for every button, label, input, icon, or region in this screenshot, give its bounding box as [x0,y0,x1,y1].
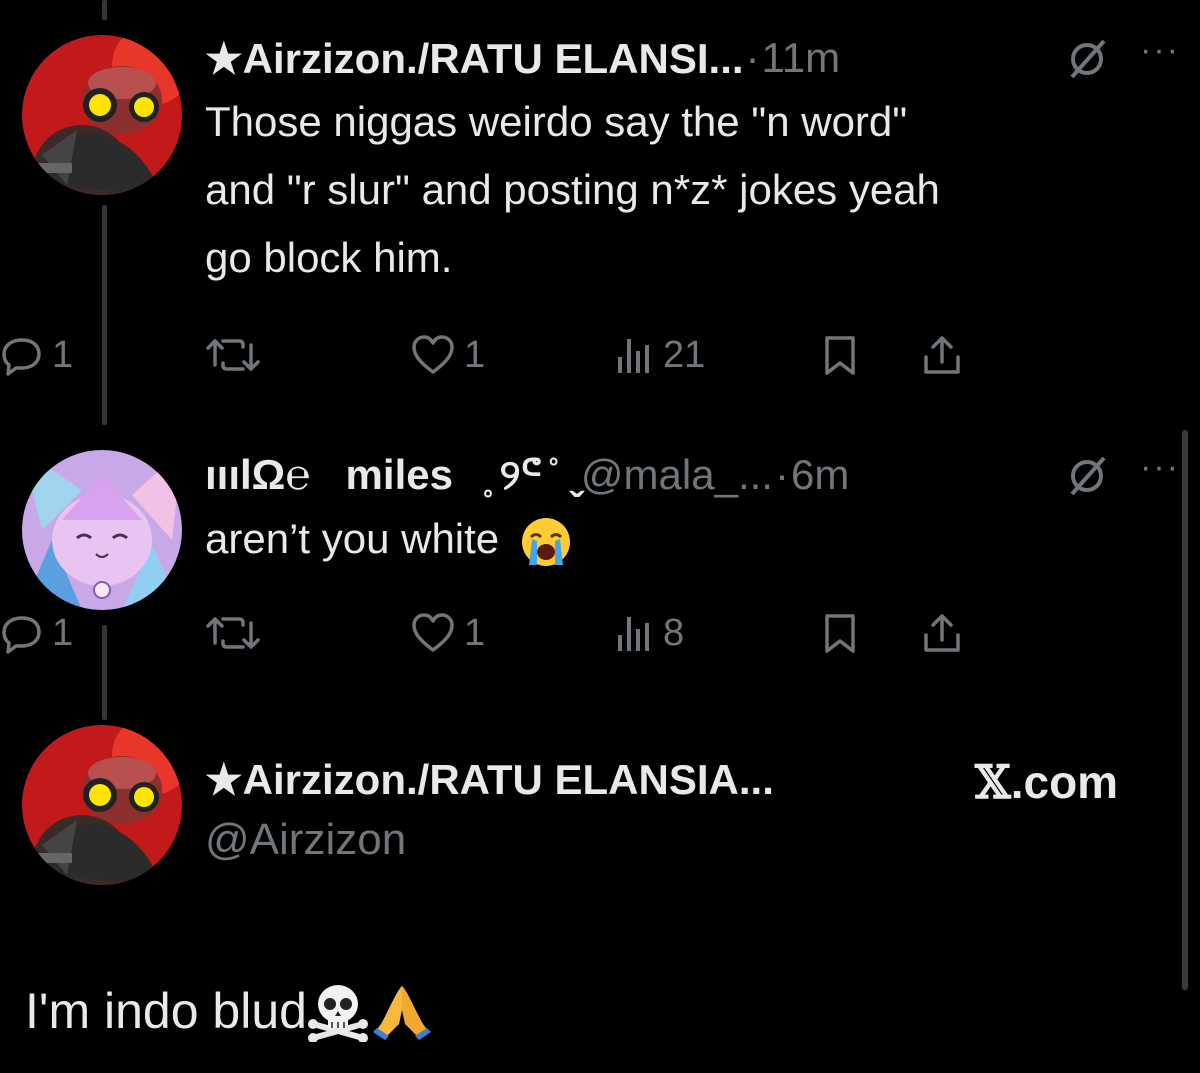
folded-hands-emoji [372,986,431,1040]
share-icon [924,336,960,374]
reply-button[interactable]: 1 [0,608,73,658]
avatar[interactable] [22,35,182,195]
tweet-text-line: Those niggas weirdo say the "n word" [205,98,908,145]
share-button[interactable] [920,608,964,658]
skull-crossbones-emoji [307,985,368,1042]
tweet-text: Those niggas weirdo say the "n word" and… [205,88,1180,292]
reply-button[interactable]: 1 [0,330,73,380]
timestamp[interactable]: 6m [791,451,849,499]
like-button[interactable]: 1 [410,608,485,658]
bookmark-icon [825,614,855,653]
views-button[interactable]: 8 [615,608,684,658]
avatar[interactable] [22,450,182,610]
repost-button[interactable] [205,608,269,658]
views-icon [618,617,649,651]
tweet-header-actions: ··· [1064,30,1180,86]
avatar[interactable] [22,725,182,885]
thread-line-1 [102,205,107,425]
reply-count: 1 [52,333,74,376]
tweet[interactable]: ııılΩ℮ miles ̥ ୨ᕪ ̊ ̬ @mala_... · 6m ···… [205,447,1180,573]
reply-icon [2,338,41,376]
x-logo: 𝕏.com [975,755,1118,809]
timestamp[interactable]: 11m [762,34,841,82]
tweet-text: aren’t you white [205,505,1180,573]
grok-icon[interactable] [1064,35,1110,81]
tweet-actions: 1 1 21 [0,330,970,380]
reply-icon [2,616,41,654]
tweet[interactable]: ★Airzizon./RATU ELANSI... · 11m ··· Thos… [205,30,1180,292]
tweet-header: ııılΩ℮ miles ̥ ୨ᕪ ̊ ̬ @mala_... · 6m [205,447,1180,503]
tweet-actions: 1 1 8 [0,608,970,658]
more-icon[interactable]: ··· [1140,450,1180,484]
share-icon [924,614,960,652]
scrollbar[interactable] [1182,430,1188,990]
display-name[interactable]: ★Airzizon./RATU ELANSI... [205,34,744,83]
tweet-text-line: aren’t you white [205,515,500,562]
grok-icon[interactable] [1064,452,1110,498]
repost-icon [206,339,260,371]
separator-dot: · [774,451,789,498]
card-display-name[interactable]: ★Airzizon./RATU ELANSIA... [205,755,774,804]
tweet-header: ★Airzizon./RATU ELANSI... · 11m [205,30,1180,86]
bookmark-button[interactable] [820,608,860,658]
more-icon[interactable]: ··· [1140,33,1180,67]
share-button[interactable] [920,330,964,380]
views-count: 8 [663,611,685,654]
views-button[interactable]: 21 [615,330,705,380]
views-icon [618,339,649,373]
x-logo-glyph: 𝕏 [975,755,1011,809]
like-button[interactable]: 1 [410,330,485,380]
bookmark-button[interactable] [820,330,860,380]
tweet-text-line: and "r slur" and posting n*z* jokes yeah [205,166,940,213]
loudly-crying-emoji [521,517,570,566]
thread-line-top [102,0,107,20]
reply-count: 1 [52,611,74,654]
caption-text: I'm indo blud [25,983,307,1039]
separator-dot: · [745,34,760,81]
caption: I'm indo blud [25,980,433,1042]
repost-icon [206,617,260,649]
x-logo-text: .com [1010,756,1119,808]
handle[interactable]: @mala_... [581,451,773,499]
bookmark-icon [825,336,855,375]
display-name[interactable]: ııılΩ℮ miles ̥ ୨ᕪ ̊ ̬ [205,450,577,500]
heart-icon [412,335,454,374]
views-count: 21 [663,333,706,376]
tweet-text-line: go block him. [205,234,453,281]
heart-icon [412,613,454,652]
repost-button[interactable] [205,330,269,380]
like-count: 1 [464,611,486,654]
like-count: 1 [464,333,486,376]
card-handle[interactable]: @Airzizon [205,815,406,865]
tweet-header-actions: ··· [1064,447,1180,503]
